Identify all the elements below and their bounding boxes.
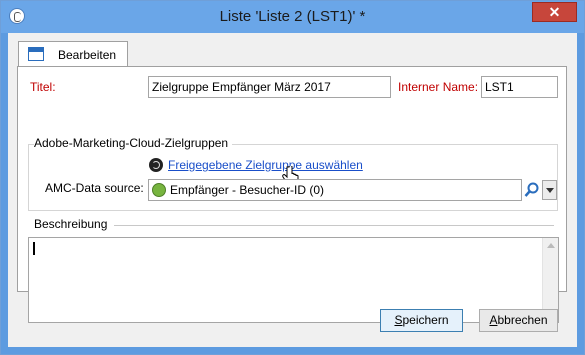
globe-icon xyxy=(152,183,166,197)
amc-data-source-field[interactable]: Empfänger - Besucher-ID (0) xyxy=(148,179,522,201)
save-label: peichern xyxy=(402,313,449,327)
edit-panel: Titel: Zielgruppe Empfänger März 2017 In… xyxy=(17,66,567,323)
tab-bearbeiten[interactable]: Bearbeiten xyxy=(18,41,128,67)
tab-label: Bearbeiten xyxy=(58,48,117,62)
close-button[interactable]: ✕ xyxy=(532,2,577,22)
select-shared-audience-link[interactable]: Freigegebene Zielgruppe auswählen xyxy=(168,158,363,172)
titel-label: Titel: xyxy=(30,80,56,94)
titel-field[interactable]: Zielgruppe Empfänger März 2017 xyxy=(148,76,391,98)
chevron-down-icon[interactable] xyxy=(542,180,557,200)
search-icon[interactable] xyxy=(524,181,540,199)
dialog-window: Liste 'Liste 2 (LST1)' * ✕ Bearbeiten Ti… xyxy=(0,0,585,355)
interner-name-field[interactable]: LST1 xyxy=(481,76,558,98)
amc-group-legend: Adobe-Marketing-Cloud-Zielgruppen xyxy=(34,136,233,150)
description-label: Beschreibung xyxy=(34,217,112,231)
text-caret xyxy=(33,242,35,255)
dialog-body: Bearbeiten Titel: Zielgruppe Empfänger M… xyxy=(8,33,577,347)
scroll-up-icon[interactable] xyxy=(547,243,555,248)
interner-name-label: Interner Name: xyxy=(398,80,479,94)
amc-data-source-value: Empfänger - Besucher-ID (0) xyxy=(170,183,325,197)
audience-core-icon xyxy=(149,158,163,172)
cancel-label: bbrechen xyxy=(497,313,548,327)
window-title: Liste 'Liste 2 (LST1)' * xyxy=(219,8,366,25)
save-button[interactable]: Speichern xyxy=(380,309,463,332)
cancel-button[interactable]: Abbrechen xyxy=(479,309,558,332)
form-icon xyxy=(28,47,44,61)
description-divider xyxy=(114,225,554,226)
amc-data-source-label: AMC-Data source: xyxy=(45,181,144,195)
title-bar[interactable]: Liste 'Liste 2 (LST1)' * ✕ xyxy=(1,1,584,33)
